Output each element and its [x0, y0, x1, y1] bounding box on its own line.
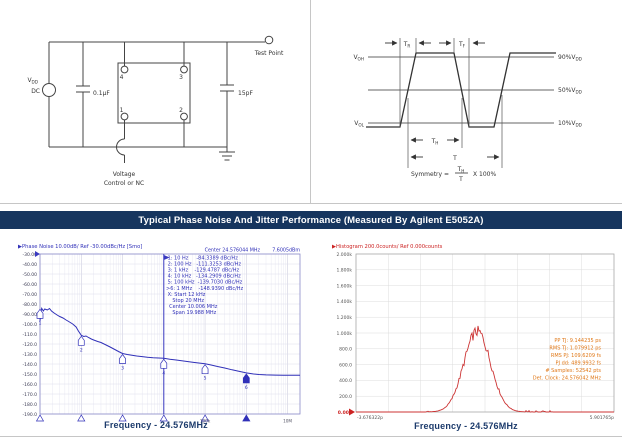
- hist-stats-line: # Samples: 52542 pts: [545, 368, 601, 374]
- pin-3-circle: [181, 66, 188, 73]
- level-10-label: 10%VDD: [558, 120, 582, 128]
- voh-label: VOH: [353, 54, 364, 62]
- hist-y-tick: 1.800k: [337, 268, 353, 274]
- pn-y-tick: -100.0: [22, 322, 37, 328]
- control-label-line2: Control or NC: [104, 180, 144, 187]
- dut-package: [118, 63, 190, 123]
- hist-stats-line: RMS PJ: 109.6209 fs: [551, 353, 602, 359]
- pn-marker-number: 1: [39, 320, 42, 326]
- phase-noise-xlabel: Frequency - 24.576MHz: [4, 420, 308, 430]
- hist-y-tick: 2.000k: [337, 252, 353, 258]
- pn-y-tick: -160.0: [22, 382, 37, 388]
- hist-stats-line: PP TJ: 9.144235 ps: [554, 338, 601, 344]
- pn-header: Center 24.576044 MHz 7.6005dBm: [205, 248, 301, 254]
- pin-2-circle: [181, 113, 188, 120]
- ground-symbol: [219, 147, 235, 160]
- pn-title: ▶Phase Noise 10.00dB/ Ref -30.00dBc/Hz […: [18, 244, 142, 250]
- pn-y-tick: -110.0: [22, 332, 37, 338]
- symmetry-suffix: X 100%: [473, 171, 496, 178]
- th-label: TH: [431, 138, 439, 146]
- pin-2-label: 2: [179, 107, 183, 114]
- pn-y-tick: -60.00: [22, 282, 37, 288]
- vol-label: VOL: [354, 120, 364, 128]
- symmetry-numerator: TH: [457, 166, 465, 174]
- pin-4-label: 4: [120, 74, 124, 81]
- hist-y-tick: 1.600k: [337, 283, 353, 289]
- hist-y-tick: 600.0: [339, 362, 352, 368]
- hist-y-tick: 400.0: [339, 378, 352, 384]
- hist-y-tick: 1.000k: [337, 331, 353, 337]
- wire-hop: [117, 139, 125, 163]
- hist-y-tick: 800.0: [339, 347, 352, 353]
- symmetry-denominator: T: [458, 176, 463, 183]
- pn-marker-number: 3: [121, 365, 124, 371]
- control-label-line1: Voltage: [113, 171, 136, 178]
- pin-4-circle: [121, 66, 128, 73]
- level-50-label: 50%VDD: [558, 87, 582, 95]
- pn-y-tick: -90.00: [22, 312, 37, 318]
- vdd-label: VDD: [27, 77, 38, 85]
- hist-y-tick: 200.0: [339, 394, 352, 400]
- hist-y-tick: 1.200k: [337, 315, 353, 321]
- pn-y-tick: -40.00: [22, 262, 37, 268]
- pn-y-tick: -150.0: [22, 372, 37, 378]
- pn-marker-tag-icon: [37, 309, 43, 318]
- waveform-timing-diagram: VOH VOL 90%VDD 50%VDD 10%VDD TR TF TH T …: [311, 0, 622, 202]
- pn-y-tick: -50.00: [22, 272, 37, 278]
- pn-y-tick: -190.0: [22, 412, 37, 418]
- hist-title: ▶Histogram 200.0counts/ Ref 0.000counts: [332, 244, 443, 250]
- datasheet-page: VDD DC 0.1µF 15pF Test Point 4 3 1 2 Vol…: [0, 0, 622, 441]
- vertical-divider: [310, 0, 311, 203]
- section-banner: Typical Phase Noise And Jitter Performan…: [0, 211, 622, 229]
- pn-y-tick: -30.00: [22, 252, 37, 258]
- dc-label: DC: [31, 88, 40, 95]
- hist-stats-line: Det. Clock: 24.576042 MHz: [533, 376, 602, 382]
- pn-marker-number: 6: [245, 385, 248, 391]
- jitter-histogram-chart: 2.000k 1.800k 1.600k 1.400k 1.200k 1.000k 800.…: [314, 238, 618, 426]
- pn-y-tick: -120.0: [22, 342, 37, 348]
- pn-y-tick: -140.0: [22, 362, 37, 368]
- pn-marker-number: 2: [80, 347, 83, 353]
- dc-source-symbol: [43, 84, 56, 97]
- hist-stats-line: PJ dd: 489.9932 fs: [555, 361, 601, 367]
- test-point-terminal: [265, 36, 273, 44]
- pn-y-tick: -70.00: [22, 292, 37, 298]
- histogram-xlabel: Frequency - 24.576MHz: [314, 421, 618, 431]
- pn-y-tick: -130.0: [22, 352, 37, 358]
- pn-y-tick: -180.0: [22, 402, 37, 408]
- circuit-wires: [43, 36, 273, 163]
- hist-stats-line: RMS TJ: 1.079912 ps: [549, 346, 601, 352]
- pin-1-label: 1: [120, 107, 124, 114]
- symmetry-prefix: Symmetry =: [411, 171, 449, 178]
- measurement-arrows: [385, 43, 499, 157]
- horizontal-divider: [0, 203, 622, 204]
- bypass-cap-label: 0.1µF: [93, 90, 110, 97]
- t-label: T: [452, 155, 457, 162]
- tf-label: TF: [458, 41, 466, 49]
- phase-noise-chart: -30.00 -40.00 -50.00 -60.00 -70.00 -80.00 -90.…: [4, 238, 308, 426]
- pn-y-tick: -80.00: [22, 302, 37, 308]
- pn-marker-table-line: Span 19.988 MHz: [166, 310, 217, 316]
- tr-label: TR: [403, 41, 411, 49]
- banner-title: Typical Phase Noise And Jitter Performan…: [138, 215, 483, 226]
- test-point-label: Test Point: [254, 50, 284, 57]
- pin-3-label: 3: [179, 74, 183, 81]
- pn-y-tick: -170.0: [22, 392, 37, 398]
- hist-ref-level-icon: [349, 409, 355, 416]
- pn-ref-level-icon: [35, 251, 40, 257]
- pin-1-circle: [121, 113, 128, 120]
- load-cap-label: 15pF: [238, 90, 253, 97]
- level-90-label: 90%VDD: [558, 54, 582, 62]
- test-circuit-diagram: VDD DC 0.1µF 15pF Test Point 4 3 1 2 Vol…: [0, 0, 311, 202]
- pn-marker-number: 5: [204, 376, 207, 382]
- pn-marker-number: 4: [162, 370, 165, 376]
- bottom-divider: [0, 436, 622, 437]
- hist-y-tick: 1.400k: [337, 299, 353, 305]
